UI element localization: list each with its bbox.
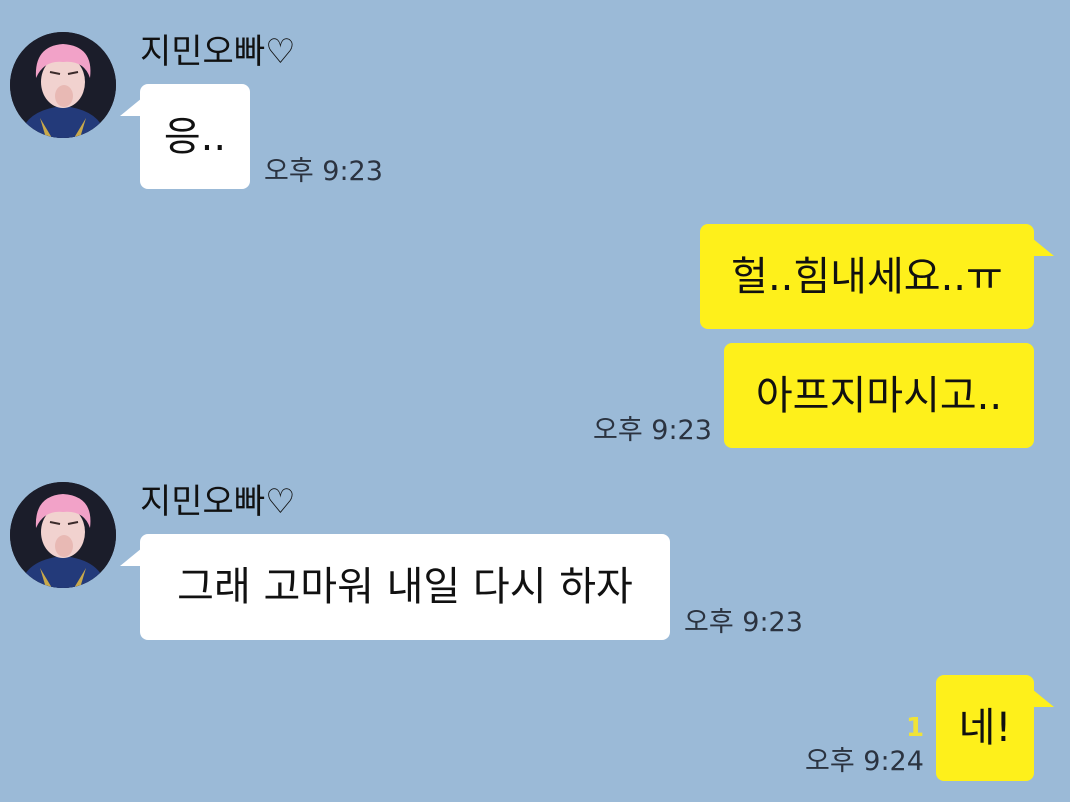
bubble-tail [120, 98, 142, 116]
sender-name: 지민오빠♡ [140, 482, 296, 522]
message-bubble-outgoing[interactable]: 네! [936, 675, 1034, 781]
message-time: 오후 9:24 [805, 746, 924, 777]
sender-avatar[interactable] [10, 32, 116, 138]
message-bubble-outgoing[interactable]: 헐..힘내세요..ㅠ [700, 224, 1034, 329]
message-time: 오후 9:23 [264, 156, 383, 187]
chat-room: 지민오빠♡ 응.. 오후 9:23 헐..힘내세요..ㅠ 아프지마시고.. 오후… [0, 0, 1070, 802]
message-bubble-incoming[interactable]: 응.. [140, 84, 250, 189]
sender-avatar[interactable] [10, 482, 116, 588]
unread-count: 1 [906, 713, 925, 743]
bubble-tail [1032, 689, 1054, 707]
message-bubble-incoming[interactable]: 그래 고마워 내일 다시 하자 [140, 534, 670, 640]
avatar-photo [10, 482, 116, 588]
message-time: 오후 9:23 [684, 607, 803, 638]
message-time: 오후 9:23 [593, 415, 712, 446]
message-bubble-outgoing[interactable]: 아프지마시고.. [724, 343, 1034, 448]
bubble-tail [1032, 238, 1054, 256]
sender-name: 지민오빠♡ [140, 32, 296, 72]
avatar-photo [10, 32, 116, 138]
bubble-tail [120, 548, 142, 566]
